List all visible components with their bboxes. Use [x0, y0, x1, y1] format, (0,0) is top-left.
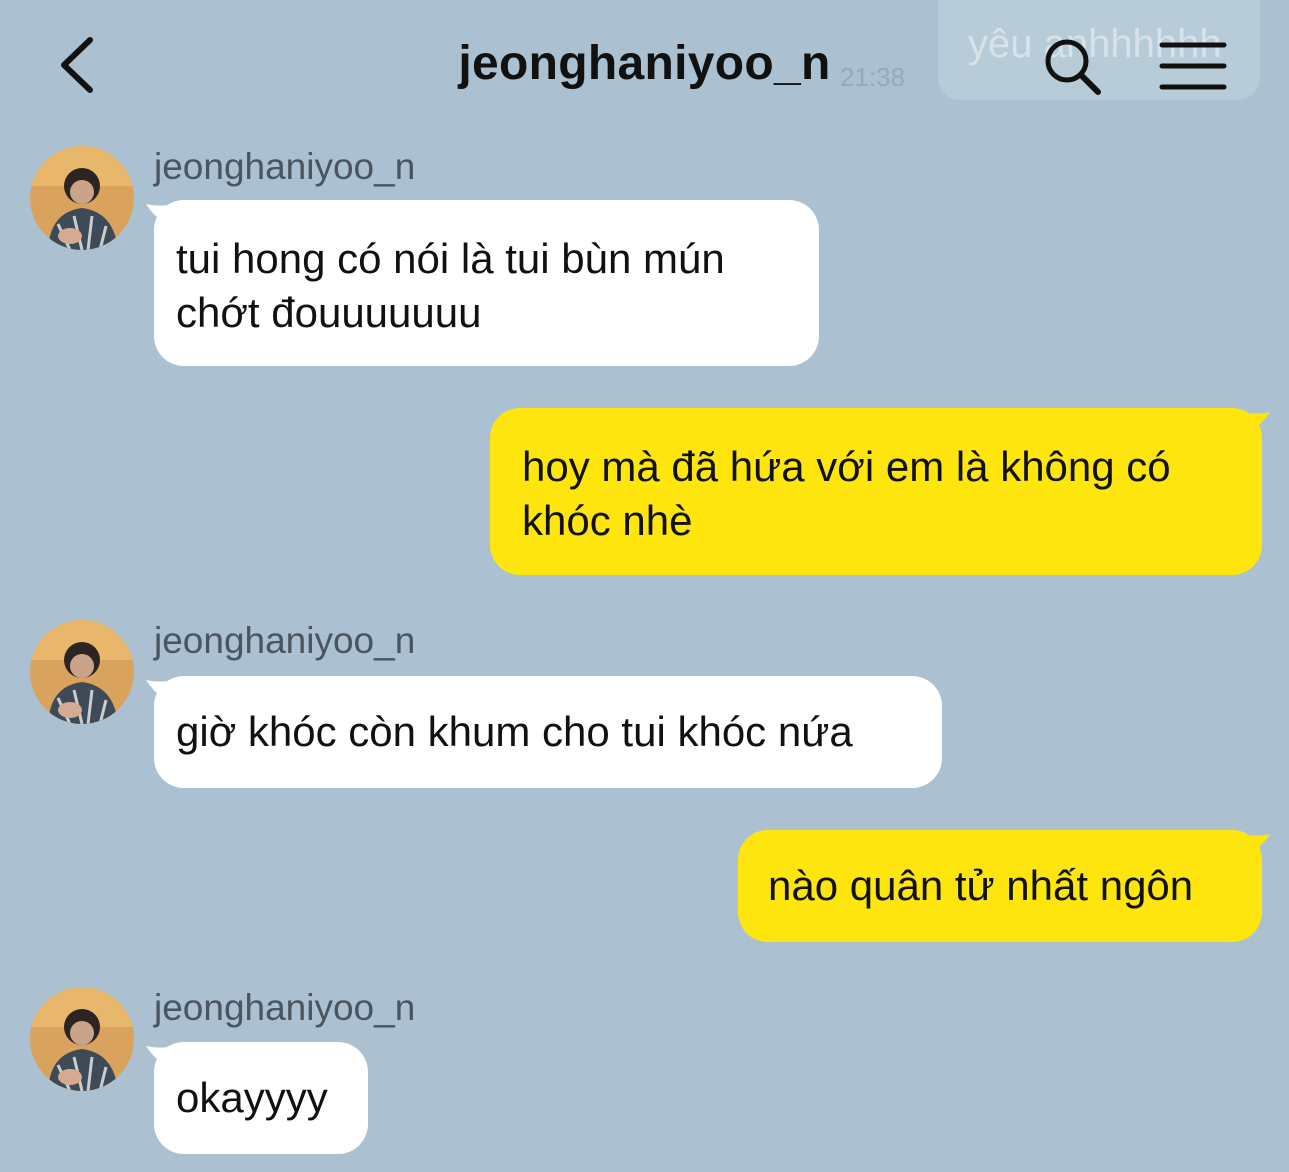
sender-name: jeonghaniyoo_n: [154, 620, 416, 661]
outgoing-message-bubble[interactable]: nào quân tử nhất ngôn: [738, 830, 1262, 942]
message-text: nào quân tử nhất ngôn: [768, 862, 1194, 909]
incoming-message-bubble[interactable]: giờ khóc còn khum cho tui khóc nứa: [154, 676, 942, 788]
avatar[interactable]: [30, 987, 134, 1091]
profile-photo-icon: [30, 620, 134, 724]
message-text: tui hong có nói là tui bùn mún chớt đouu…: [176, 235, 725, 336]
search-button[interactable]: [1040, 34, 1104, 98]
hamburger-menu-icon: [1159, 42, 1227, 90]
search-icon: [1045, 39, 1101, 95]
message-text: okayyyy: [176, 1074, 328, 1121]
outgoing-message-bubble[interactable]: hoy mà đã hứa với em là không có khóc nh…: [490, 408, 1262, 575]
profile-photo-icon: [30, 146, 134, 250]
incoming-message-bubble[interactable]: tui hong có nói là tui bùn mún chớt đouu…: [154, 200, 819, 366]
incoming-message-bubble[interactable]: okayyyy: [154, 1042, 368, 1154]
avatar[interactable]: [30, 146, 134, 250]
sender-name: jeonghaniyoo_n: [154, 987, 416, 1028]
message-text: giờ khóc còn khum cho tui khóc nứa: [176, 708, 853, 755]
menu-button[interactable]: [1158, 40, 1228, 92]
avatar[interactable]: [30, 620, 134, 724]
sender-name: jeonghaniyoo_n: [154, 146, 416, 187]
profile-photo-icon: [30, 987, 134, 1091]
chat-header: yêu anhhhhhh 21:38 jeonghaniyoo_n: [0, 0, 1289, 130]
message-text: hoy mà đã hứa với em là không có khóc nh…: [522, 443, 1171, 544]
